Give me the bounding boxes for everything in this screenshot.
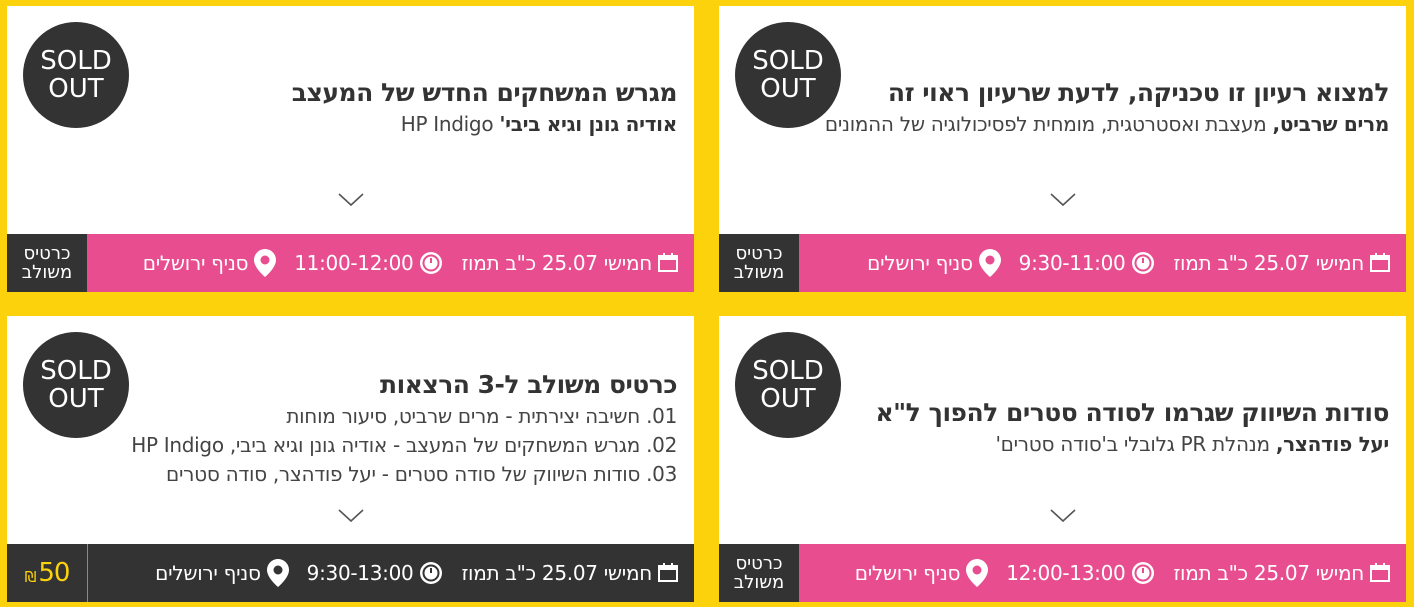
chevron-down-icon[interactable] [337,508,364,524]
event-card[interactable]: SOLD OUT מגרש המשחקים החדש של המעצב אודיה… [7,6,694,292]
lecture-line: 03. סודות השיווק של סודה סטרים - יעל פוד… [166,462,677,486]
event-time: 9:30-13:00 [307,561,444,585]
sold-out-badge: SOLD OUT [735,22,841,128]
event-date: חמישי 25.07 כ"ב תמוז [1173,561,1390,585]
event-speaker: אודיה גונן וגיא ביבי' HP Indigo [400,112,678,136]
combo-ticket-button[interactable]: כרטיס משולב [7,234,87,292]
event-date: חמישי 25.07 כ"ב תמוז [461,251,678,275]
lecture-line: 02. מגרש המשחקים של המעצב - אודיה גונן ו… [131,433,677,457]
event-info-bar: כרטיס משולב חמישי 25.07 כ"ב תמוז 11:00-12… [7,234,694,292]
location-pin-icon [266,559,289,587]
location-pin-icon [966,559,989,587]
sold-out-badge: SOLD OUT [23,332,129,438]
sold-out-badge: SOLD OUT [735,332,841,438]
event-info-bar: ₪ 50 חמישי 25.07 כ"ב תמוז 9:30-13:00 סניף… [7,544,694,602]
clock-icon [420,562,443,584]
event-card[interactable]: SOLD OUT כרטיס משולב ל-3 הרצאות 01. חשיבה… [7,316,694,602]
event-location: סניף ירושלים [155,559,289,587]
combo-ticket-button[interactable]: כרטיס משולב [719,544,799,602]
event-card[interactable]: SOLD OUT למצוא רעיון זו טכניקה, לדעת שרעי… [719,6,1406,292]
event-location: סניף ירושלים [855,559,989,587]
chevron-down-icon[interactable] [1049,508,1076,524]
event-speaker: יעל פודהצר, מנהלת PR גלובלי ב'סודה סטרים… [995,432,1389,456]
calendar-icon [1370,563,1390,582]
calendar-icon [1370,253,1390,272]
event-date: חמישי 25.07 כ"ב תמוז [461,561,678,585]
clock-icon [1132,252,1155,274]
event-info-bar: כרטיס משולב חמישי 25.07 כ"ב תמוז 9:30-11:… [719,234,1406,292]
event-info-bar: כרטיס משולב חמישי 25.07 כ"ב תמוז 12:00-13… [719,544,1406,602]
event-card[interactable]: SOLD OUT סודות השיווק שגרמו לסודה סטרים ל… [719,316,1406,602]
event-location: סניף ירושלים [867,249,1001,277]
event-time: 9:30-11:00 [1019,251,1156,275]
clock-icon [420,252,443,274]
event-date: חמישי 25.07 כ"ב תמוז [1173,251,1390,275]
location-pin-icon [254,249,277,277]
calendar-icon [658,253,678,272]
sold-out-badge: SOLD OUT [23,22,129,128]
event-time: 12:00-13:00 [1006,561,1155,585]
event-location: סניף ירושלים [143,249,277,277]
ticket-price: ₪ 50 [7,544,88,602]
location-pin-icon [978,249,1001,277]
clock-icon [1132,562,1155,584]
chevron-down-icon[interactable] [1049,192,1076,208]
combo-ticket-button[interactable]: כרטיס משולב [719,234,799,292]
event-speaker: מרים שרביט, מעצבת ואסטרטגית, מומחית לפסי… [824,112,1389,136]
calendar-icon [658,563,678,582]
event-time: 11:00-12:00 [294,251,443,275]
chevron-down-icon[interactable] [337,192,364,208]
currency-symbol: ₪ [24,568,37,586]
